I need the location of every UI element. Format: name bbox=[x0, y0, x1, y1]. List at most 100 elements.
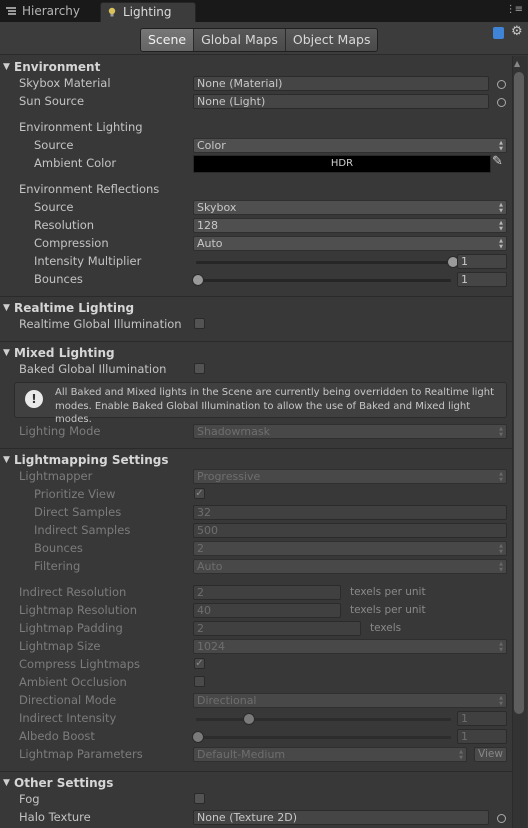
dropdown-arrows-icon: ▲ ▼ bbox=[499, 641, 503, 653]
sun-source-label: Sun Source bbox=[19, 94, 85, 108]
resolution-label: Resolution bbox=[34, 218, 95, 232]
dropdown-value: Auto bbox=[197, 560, 223, 573]
scroll-up-arrow-icon[interactable]: ▲ bbox=[514, 59, 520, 68]
section-title: Mixed Lighting bbox=[14, 346, 115, 360]
lightmap-size-dropdown[interactable]: 1024 ▲ ▼ bbox=[193, 639, 507, 654]
foldout-triangle-icon: ▼ bbox=[3, 62, 10, 72]
ambient-occlusion-label: Ambient Occlusion bbox=[19, 675, 127, 689]
ambient-color-swatch[interactable]: HDR bbox=[193, 155, 491, 173]
filtering-dropdown[interactable]: Auto ▲ ▼ bbox=[193, 559, 507, 574]
compression-label: Compression bbox=[34, 236, 109, 250]
section-other-settings[interactable]: ▼ Other Settings bbox=[0, 774, 512, 792]
help-book-icon[interactable] bbox=[493, 27, 504, 39]
section-divider bbox=[0, 341, 512, 342]
indirect-intensity-slider[interactable] bbox=[196, 718, 451, 721]
help-message: All Baked and Mixed lights in the Scene … bbox=[55, 386, 505, 427]
object-picker-icon[interactable] bbox=[497, 98, 506, 107]
tab-label: Lighting bbox=[123, 5, 172, 19]
skybox-material-field[interactable]: None (Material) bbox=[193, 76, 489, 91]
object-picker-icon[interactable] bbox=[497, 814, 506, 823]
bounces-slider[interactable] bbox=[196, 279, 451, 282]
help-message-line: modes. Enable Baked Global Illumination … bbox=[55, 400, 471, 426]
dropdown-arrows-icon: ▲ ▼ bbox=[499, 471, 503, 483]
section-title: Other Settings bbox=[14, 776, 114, 790]
dropdown-arrows-icon: ▲ ▼ bbox=[459, 749, 463, 761]
dropdown-arrows-icon: ▲ ▼ bbox=[499, 561, 503, 573]
view-parameters-button[interactable]: View bbox=[474, 747, 507, 762]
prioritize-view-checkbox[interactable]: ✓ bbox=[194, 488, 205, 499]
indirect-resolution-unit: texels per unit bbox=[350, 586, 426, 598]
dropdown-value: Progressive bbox=[197, 470, 261, 483]
directional-mode-dropdown[interactable]: Directional ▲ ▼ bbox=[193, 693, 507, 708]
albedo-boost-field[interactable]: 1 bbox=[457, 729, 507, 744]
info-help-box: ! All Baked and Mixed lights in the Scen… bbox=[14, 382, 507, 425]
segment-scene[interactable]: Scene bbox=[141, 29, 194, 51]
baked-gi-checkbox[interactable] bbox=[194, 363, 205, 374]
realtime-gi-label: Realtime Global Illumination bbox=[19, 317, 182, 331]
lightmap-parameters-label: Lightmap Parameters bbox=[19, 747, 143, 761]
intensity-multiplier-slider[interactable] bbox=[196, 261, 451, 264]
lightmap-resolution-field[interactable]: 40 bbox=[193, 603, 341, 618]
indirect-samples-label: Indirect Samples bbox=[34, 523, 131, 537]
gear-icon[interactable]: ⚙ bbox=[511, 24, 523, 39]
lightmapper-dropdown[interactable]: Progressive ▲ ▼ bbox=[193, 469, 507, 484]
lightmap-resolution-unit: texels per unit bbox=[350, 604, 426, 616]
environment-reflections-heading: Environment Reflections bbox=[19, 182, 160, 196]
fog-checkbox[interactable] bbox=[194, 793, 205, 804]
section-title: Environment bbox=[14, 60, 101, 74]
tab-hierarchy[interactable]: Hierarchy bbox=[0, 2, 92, 22]
scrollbar-thumb[interactable] bbox=[514, 72, 524, 714]
dropdown-arrows-icon: ▲ ▼ bbox=[499, 695, 503, 707]
sun-source-field[interactable]: None (Light) bbox=[193, 94, 489, 109]
ambient-occlusion-checkbox[interactable] bbox=[194, 676, 205, 687]
lightmap-resolution-label: Lightmap Resolution bbox=[19, 603, 137, 617]
info-icon: ! bbox=[25, 390, 43, 408]
skybox-material-label: Skybox Material bbox=[19, 76, 111, 90]
fog-label: Fog bbox=[19, 792, 40, 806]
dropdown-arrows-icon: ▲ ▼ bbox=[499, 140, 503, 152]
compress-lightmaps-checkbox[interactable]: ✓ bbox=[194, 658, 205, 669]
dropdown-value: Default-Medium bbox=[197, 748, 286, 761]
albedo-boost-slider[interactable] bbox=[196, 736, 451, 739]
lm-bounces-label: Bounces bbox=[34, 541, 83, 555]
filtering-label: Filtering bbox=[34, 559, 81, 573]
indirect-intensity-field[interactable]: 1 bbox=[457, 711, 507, 726]
bounces-field[interactable]: 1 bbox=[457, 272, 507, 287]
lighting-mode-label: Lighting Mode bbox=[19, 424, 101, 438]
reflections-source-dropdown[interactable]: Skybox ▲ ▼ bbox=[193, 200, 507, 215]
indirect-intensity-slider-thumb[interactable] bbox=[243, 713, 255, 725]
lighting-source-dropdown[interactable]: Color ▲ ▼ bbox=[193, 138, 507, 153]
dropdown-arrows-icon: ▲ ▼ bbox=[499, 238, 503, 250]
lightmap-parameters-dropdown[interactable]: Default-Medium ▲ ▼ bbox=[193, 747, 467, 762]
segment-object-maps[interactable]: Object Maps bbox=[284, 29, 378, 51]
lighting-mode-dropdown[interactable]: Shadowmask ▲ ▼ bbox=[193, 424, 507, 439]
lm-bounces-dropdown[interactable]: 2 ▲ ▼ bbox=[193, 541, 507, 556]
bounces-slider-thumb[interactable] bbox=[192, 274, 204, 286]
lightmap-padding-unit: texels bbox=[370, 622, 402, 634]
eyedropper-icon[interactable]: ✎ bbox=[492, 154, 503, 169]
resolution-dropdown[interactable]: 128 ▲ ▼ bbox=[193, 218, 507, 233]
direct-samples-field[interactable]: 32 bbox=[193, 505, 507, 520]
prioritize-view-label: Prioritize View bbox=[34, 487, 116, 501]
intensity-multiplier-field[interactable]: 1 bbox=[457, 254, 507, 269]
foldout-triangle-icon: ▼ bbox=[3, 778, 10, 788]
lightmap-padding-field[interactable]: 2 bbox=[193, 621, 361, 636]
direct-samples-label: Direct Samples bbox=[34, 505, 122, 519]
intensity-multiplier-label: Intensity Multiplier bbox=[34, 254, 142, 268]
object-picker-icon[interactable] bbox=[497, 80, 506, 89]
window-menu-icon[interactable]: ⋮≡ bbox=[506, 4, 523, 15]
compression-dropdown[interactable]: Auto ▲ ▼ bbox=[193, 236, 507, 251]
halo-texture-field[interactable]: None (Texture 2D) bbox=[193, 810, 489, 825]
foldout-triangle-icon: ▼ bbox=[3, 348, 10, 358]
section-title: Lightmapping Settings bbox=[14, 453, 169, 467]
albedo-boost-slider-thumb[interactable] bbox=[192, 731, 204, 743]
indirect-samples-field[interactable]: 500 bbox=[193, 523, 507, 538]
indirect-resolution-field[interactable]: 2 bbox=[193, 585, 341, 600]
realtime-gi-checkbox[interactable] bbox=[194, 318, 205, 329]
dropdown-value: Shadowmask bbox=[197, 425, 270, 438]
section-divider bbox=[0, 771, 512, 772]
ambient-color-label: Ambient Color bbox=[34, 156, 117, 170]
dropdown-value: Color bbox=[197, 139, 226, 152]
segment-global-maps[interactable]: Global Maps bbox=[193, 29, 285, 51]
tab-lighting[interactable]: Lighting bbox=[100, 2, 196, 22]
